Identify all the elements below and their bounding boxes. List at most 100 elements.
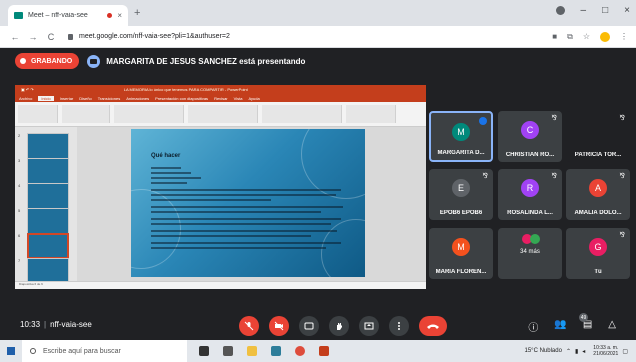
reload-button[interactable]: C xyxy=(44,32,58,42)
ppt-ribbon-tab[interactable]: Diseño xyxy=(79,96,91,101)
back-button[interactable]: ← xyxy=(8,32,22,42)
participant-tile[interactable]: M MARGARITA D... xyxy=(429,111,493,162)
ppt-window-title: LA MEMORIA lo único que tenemos PARA COM… xyxy=(123,87,248,92)
weather-text[interactable]: 15°C Nublado xyxy=(525,348,562,354)
mic-muted-icon: ⅋ xyxy=(619,115,625,122)
participant-tile[interactable]: C CHRISTIAN RO... ⅋ xyxy=(498,111,562,162)
ppt-ribbon-tab[interactable]: Transiciones xyxy=(98,96,121,101)
mic-muted-icon: ⅋ xyxy=(482,173,488,180)
participant-tile[interactable]: M MARIA FLOREN... xyxy=(429,228,493,279)
avatar: C xyxy=(521,121,539,139)
slide-text-line xyxy=(151,182,187,184)
slide-thumbnail[interactable] xyxy=(27,183,69,209)
ppt-ribbon xyxy=(15,102,426,127)
recording-badge[interactable]: GRABANDO xyxy=(15,53,80,69)
tab-close-icon[interactable]: × xyxy=(117,11,122,20)
ppt-ribbon-tab[interactable]: Insertar xyxy=(60,96,74,101)
people-count-badge: 49 xyxy=(579,313,588,322)
captions-button[interactable] xyxy=(299,316,319,336)
participant-name: ROSALINDA L... xyxy=(507,210,553,216)
slide-text-line xyxy=(151,242,341,244)
menu-icon[interactable]: ⋮ xyxy=(620,32,628,41)
ppt-ribbon-tab[interactable]: Inicio xyxy=(38,95,54,101)
ppt-ribbon-tab[interactable]: Ayuda xyxy=(248,96,259,101)
profile-avatar[interactable] xyxy=(600,31,610,42)
clock-date: 21/06/2021 xyxy=(593,351,619,357)
profile-icon[interactable] xyxy=(555,6,565,15)
hang-up-icon xyxy=(427,324,439,329)
avatar xyxy=(530,234,540,244)
bookmark-star-icon[interactable]: ☆ xyxy=(583,32,590,41)
avatar: R xyxy=(521,179,539,197)
activities-icon[interactable]: △ xyxy=(608,319,616,334)
ppt-ribbon-tab[interactable]: Presentación con diapositivas xyxy=(155,96,208,101)
new-tab-button[interactable]: + xyxy=(134,7,140,19)
windows-start-button[interactable] xyxy=(0,347,22,355)
share-icon[interactable]: ⧉ xyxy=(567,32,573,42)
slide-thumbnail-number: 5 xyxy=(18,208,21,213)
raise-hand-button[interactable] xyxy=(329,316,349,336)
volume-icon[interactable]: ◂ xyxy=(582,348,585,355)
minimize-button[interactable]: – xyxy=(581,5,587,16)
taskbar-search[interactable]: Escribe aquí para buscar xyxy=(22,340,187,362)
slide-thumbnail[interactable] xyxy=(27,133,69,159)
close-window-button[interactable]: × xyxy=(624,5,630,16)
ppt-title-bar: ▣ ↶ ↷ LA MEMORIA lo único que tenemos PA… xyxy=(15,85,426,94)
ppt-ribbon-tab[interactable]: Archivo xyxy=(19,96,32,101)
ppt-ribbon-tab[interactable]: Animaciones xyxy=(126,96,149,101)
slide-thumbnail[interactable] xyxy=(27,208,69,234)
avatar: E xyxy=(452,179,470,197)
url-field[interactable]: meet.google.com/nff-vaia-see?pli=1&authu… xyxy=(68,33,230,40)
taskbar-apps xyxy=(199,346,329,356)
windows-logo-icon xyxy=(7,347,15,355)
slide-text-line xyxy=(151,223,331,225)
present-button[interactable] xyxy=(359,316,379,336)
record-icon xyxy=(20,58,26,64)
more-options-button[interactable] xyxy=(389,316,409,336)
task-view-icon[interactable] xyxy=(223,346,233,356)
system-tray: 15°C Nublado ⌃ ▮ ◂ 10:33 a. m. 21/06/202… xyxy=(525,345,636,357)
shared-screen: ▣ ↶ ↷ LA MEMORIA lo único que tenemos PA… xyxy=(15,85,426,289)
slide-thumbnail-number: 4 xyxy=(18,183,21,188)
people-icon[interactable]: 👥 xyxy=(554,319,566,334)
taskbar-clock[interactable]: 10:33 a. m. 21/06/2021 xyxy=(593,345,618,357)
cortana-icon[interactable] xyxy=(199,346,209,356)
mic-off-button[interactable] xyxy=(239,316,259,336)
participant-tile[interactable]: R ROSALINDA L... ⅋ xyxy=(498,169,562,220)
maximize-button[interactable]: □ xyxy=(602,5,608,16)
speaking-indicator-icon xyxy=(479,117,487,125)
ppt-ribbon-tab[interactable]: Revisar xyxy=(214,96,228,101)
notifications-icon[interactable]: ▢ xyxy=(622,348,628,355)
meeting-time: 10:33 xyxy=(20,320,41,329)
store-icon[interactable] xyxy=(271,346,281,356)
browser-tab-meet[interactable]: Meet – nff-vaia-see × xyxy=(8,5,128,26)
recording-label: GRABANDO xyxy=(31,57,73,65)
slide-thumbnail[interactable] xyxy=(27,233,69,259)
tray-overflow-icon[interactable]: ⌃ xyxy=(566,348,571,355)
meeting-details[interactable]: 10:33 | nff-vaia-see xyxy=(20,320,92,329)
forward-button[interactable]: → xyxy=(26,32,40,42)
file-explorer-icon[interactable] xyxy=(247,346,257,356)
slide-title: Qué hacer xyxy=(151,153,181,159)
slide-thumbnail[interactable] xyxy=(27,158,69,184)
url-text: meet.google.com/nff-vaia-see?pli=1&authu… xyxy=(79,33,230,40)
participant-tile[interactable]: 34 más xyxy=(498,228,562,279)
participant-tile[interactable]: E EPOB6 EPOB6 ⅋ xyxy=(429,169,493,220)
participant-tile[interactable]: G Tú ⅋ xyxy=(566,228,630,279)
chrome-icon[interactable] xyxy=(295,346,305,356)
leave-call-button[interactable] xyxy=(419,316,447,336)
ppt-status-text: Diapositiva 6 de 9 xyxy=(19,282,43,286)
browser-tab-bar: Meet – nff-vaia-see × + – □ × xyxy=(0,0,636,26)
present-icon xyxy=(364,322,374,330)
network-icon[interactable]: ▮ xyxy=(575,348,578,355)
camera-off-button[interactable] xyxy=(269,316,289,336)
slide-text-line xyxy=(151,172,191,174)
ribbon-group-paragraph xyxy=(188,105,258,123)
ppt-ribbon-tab[interactable]: Vista xyxy=(234,96,243,101)
camera-indicator-icon[interactable]: ■ xyxy=(552,32,557,41)
slide-text-line xyxy=(151,247,326,249)
participant-tile[interactable]: A AMALIA DOLO... ⅋ xyxy=(566,169,630,220)
participant-tile[interactable]: PATRICIA TOR... ⅋ xyxy=(566,111,630,162)
powerpoint-icon[interactable] xyxy=(319,346,329,356)
info-icon[interactable]: ⓘ xyxy=(528,319,538,334)
